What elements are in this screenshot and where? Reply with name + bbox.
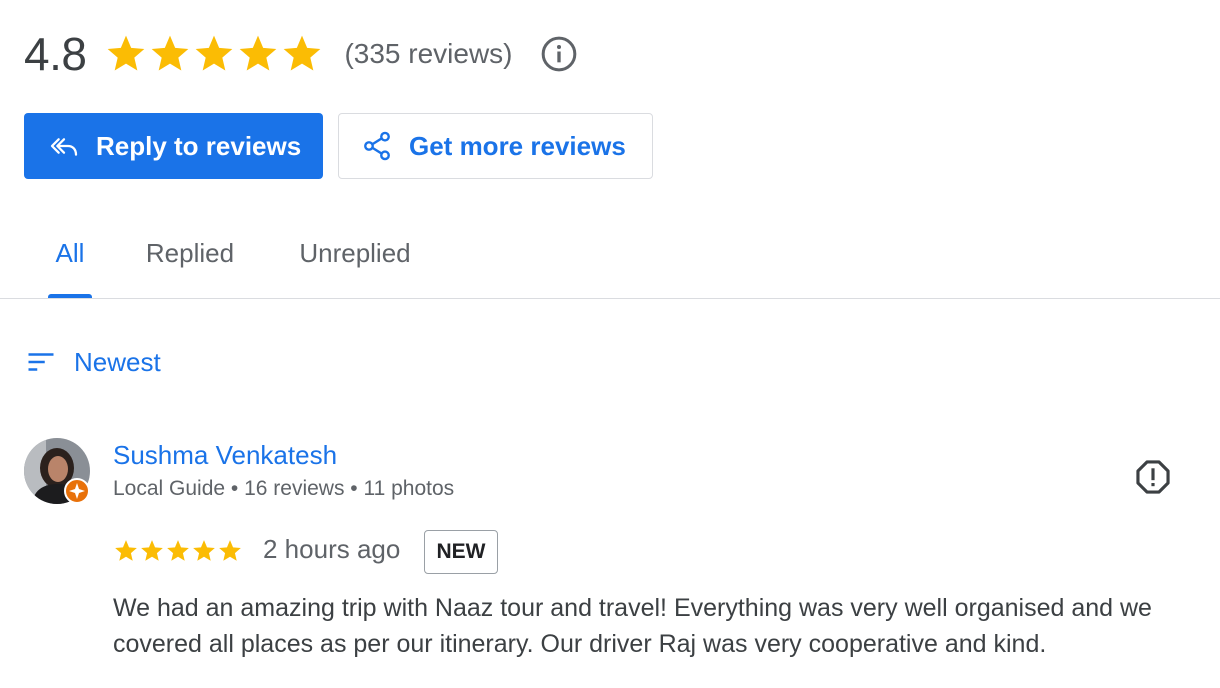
review-actions: Reply to reviews Get more reviews [24,113,653,179]
rating-summary: 4.8 (335 reviews) [24,26,579,82]
sort-icon [28,353,54,371]
reply-to-reviews-label: Reply to reviews [96,130,302,161]
local-guide-badge-icon [64,478,90,504]
reply-all-icon [50,138,78,156]
tab-unreplied-label: Unreplied [299,237,411,268]
star-icon [196,35,233,71]
tab-unreplied[interactable]: Unreplied [292,208,418,298]
review-filter-tabs: All Replied Unreplied [0,208,1220,299]
tab-replied[interactable]: Replied [141,208,239,298]
active-tab-indicator [48,294,92,298]
rating-stars [104,32,324,76]
star-icon [115,540,137,561]
review-count: (335 reviews) [344,38,513,69]
reviews-page: 4.8 (335 reviews) Reply to reviews Get m… [0,0,1220,688]
star-icon [167,540,189,561]
review-text: We had an amazing trip with Naaz tour an… [113,594,1152,658]
tab-replied-label: Replied [145,237,235,268]
reply-to-reviews-button[interactable]: Reply to reviews [24,113,323,179]
report-icon[interactable] [1134,458,1172,496]
star-icon [152,35,189,71]
review-time: 2 hours ago [263,534,401,564]
reviewer-meta: Local Guide • 16 reviews • 11 photos [113,477,455,500]
sort-button[interactable]: Newest [26,342,161,382]
star-icon [240,35,277,71]
tab-all[interactable]: All [48,208,92,298]
new-badge: NEW [424,530,498,574]
tab-all-label: All [55,237,85,268]
share-icon [364,131,390,161]
review-rating-stars [113,538,243,564]
info-icon[interactable] [539,34,579,74]
sort-label: Newest [74,346,161,377]
get-more-reviews-button[interactable]: Get more reviews [338,113,653,179]
rating-score: 4.8 [24,28,87,80]
star-icon [193,540,215,561]
avatar[interactable] [24,438,90,504]
star-icon [141,540,163,561]
get-more-reviews-label: Get more reviews [409,130,626,161]
star-icon [219,540,241,561]
star-icon [108,35,145,71]
reviewer-name-link[interactable]: Sushma Venkatesh [113,440,337,471]
star-icon [284,35,321,71]
